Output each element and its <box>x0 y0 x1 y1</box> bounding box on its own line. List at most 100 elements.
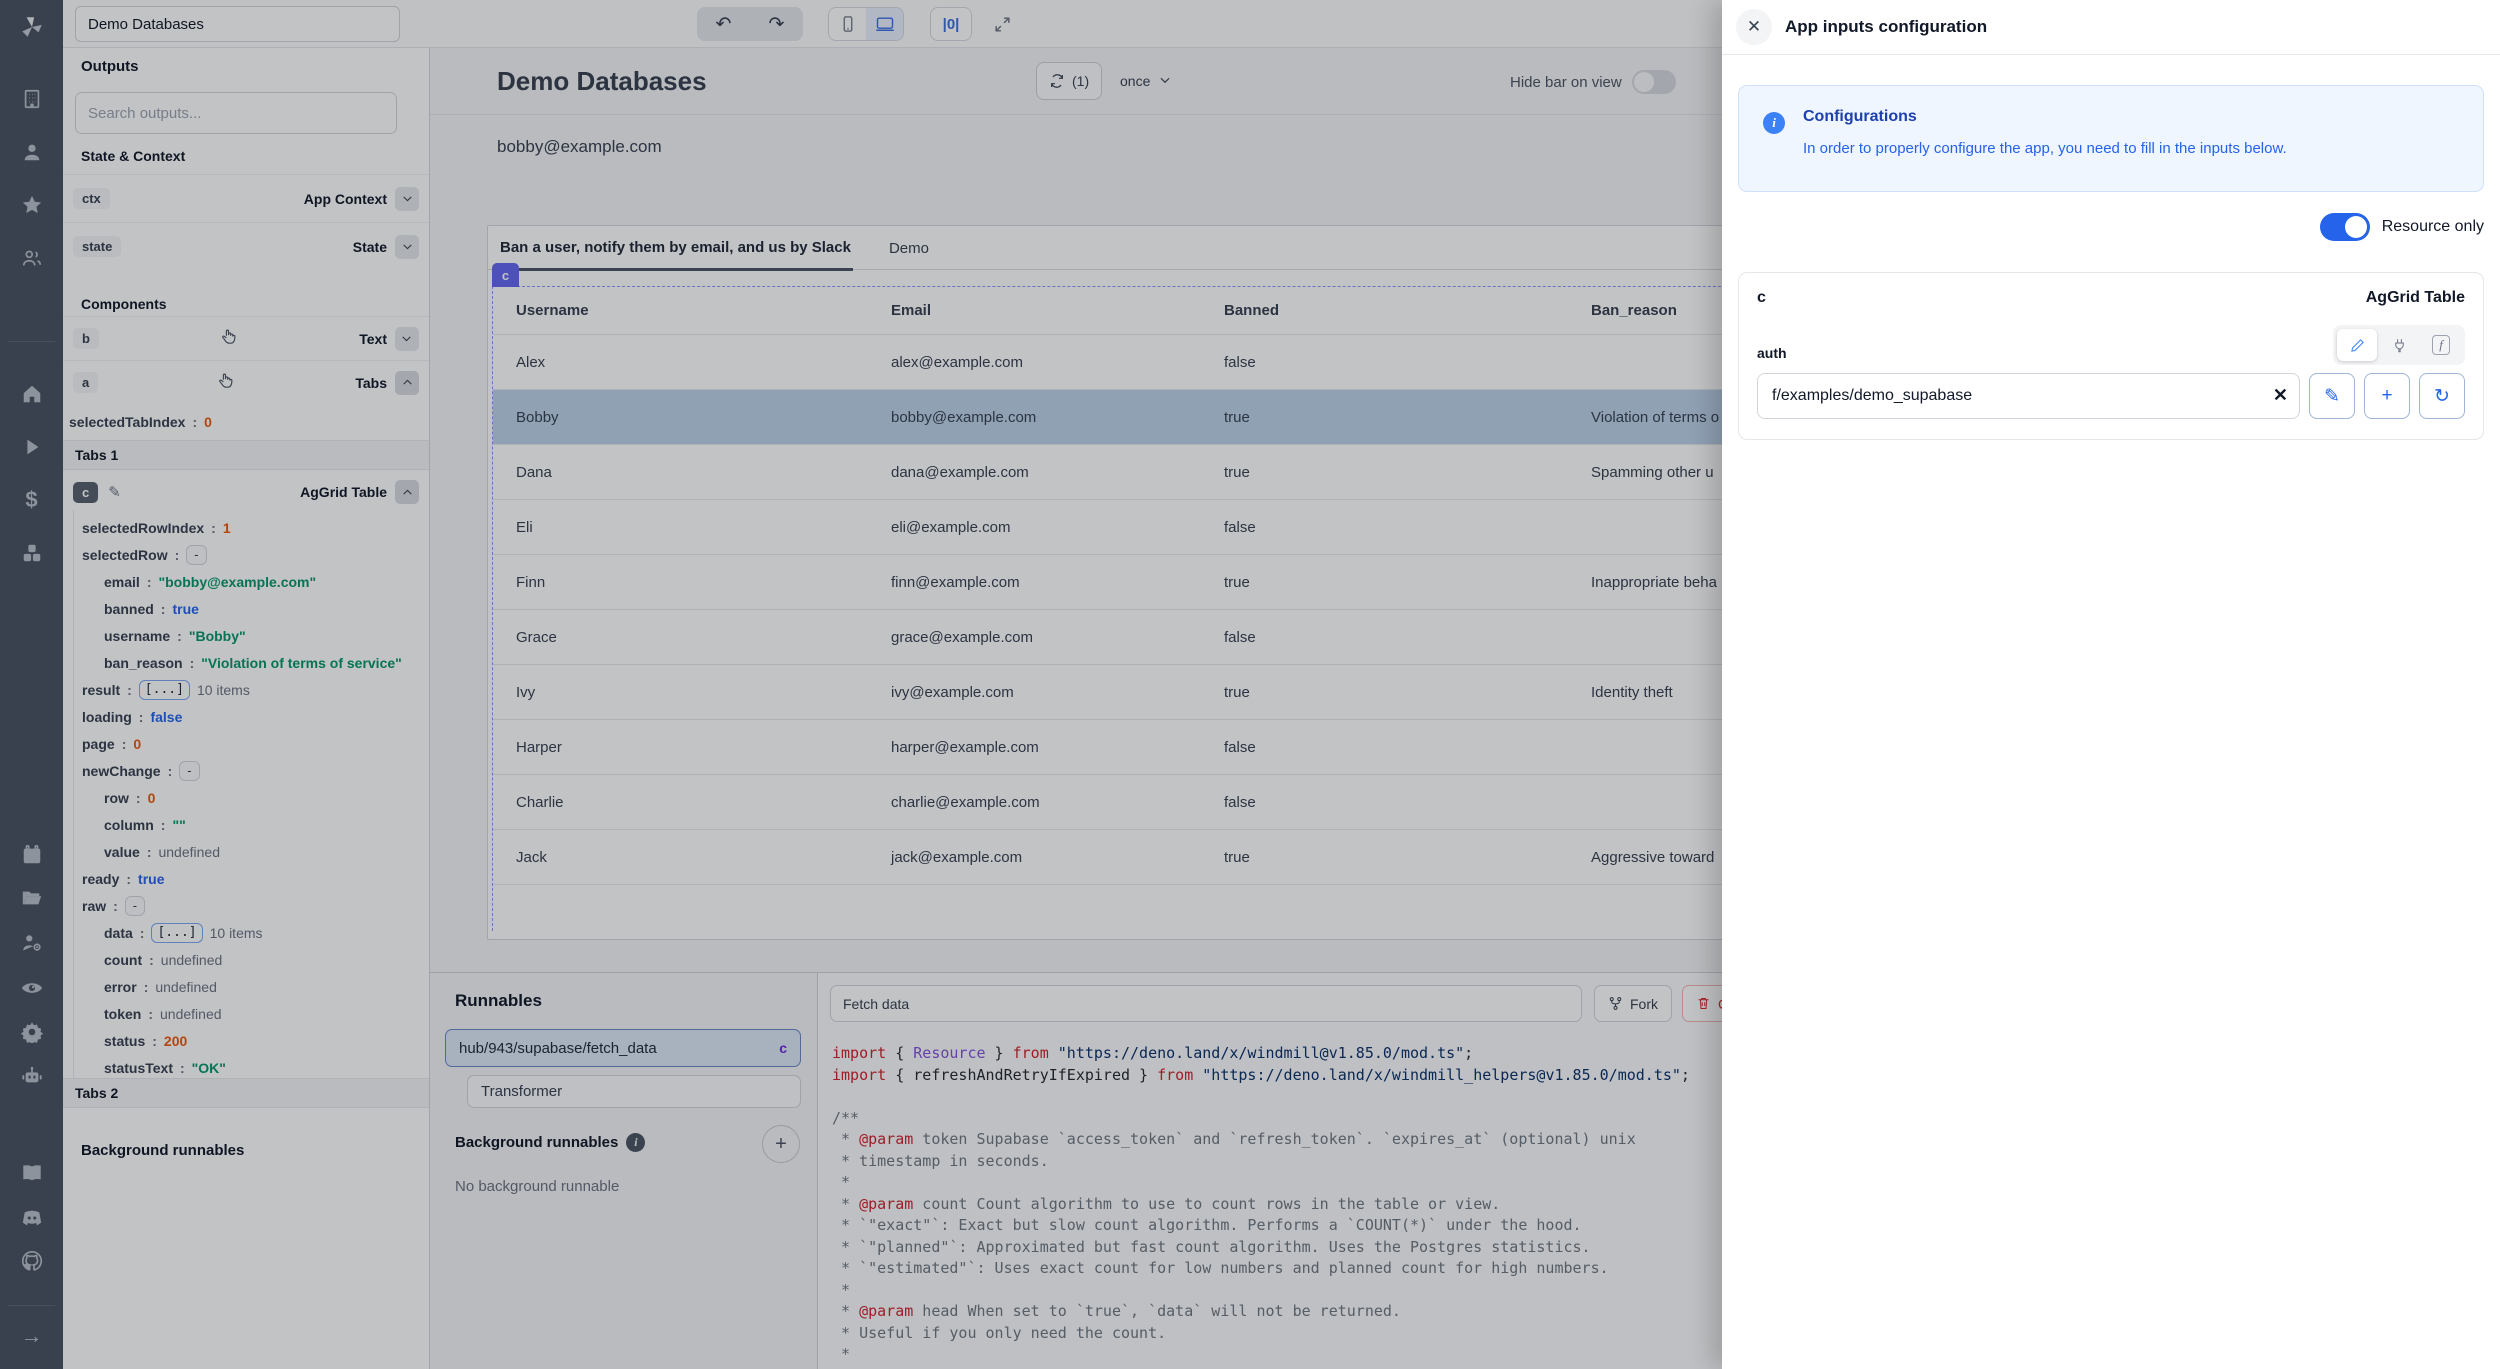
calendar-icon[interactable] <box>0 838 63 872</box>
dollar-icon[interactable]: $ <box>0 483 63 517</box>
column-header[interactable]: Banned <box>1201 302 1568 319</box>
component-row-b[interactable]: b Text <box>63 316 429 360</box>
runnable-item-fetch-data[interactable]: hub/943/supabase/fetch_data c <box>445 1029 801 1067</box>
tab-ban-user[interactable]: Ban a user, notify them by email, and us… <box>498 239 853 271</box>
ctx-type-label: App Context <box>304 191 387 207</box>
user-icon[interactable] <box>0 135 63 169</box>
column-header[interactable]: Username <box>493 302 868 319</box>
collapse-object-button[interactable]: - <box>186 545 206 565</box>
folder-open-icon[interactable] <box>0 881 63 915</box>
arrow-right-icon[interactable]: → <box>0 1319 63 1353</box>
output-row-state[interactable]: state State <box>63 222 429 270</box>
windmill-logo-icon[interactable] <box>0 10 63 44</box>
github-icon[interactable] <box>0 1244 63 1278</box>
resource-path-input[interactable] <box>1757 373 2300 419</box>
chevron-down-icon[interactable] <box>395 187 419 211</box>
close-icon[interactable]: ✕ <box>1736 9 1772 45</box>
cubes-icon[interactable] <box>0 536 63 570</box>
resource-only-toggle[interactable] <box>2320 213 2370 241</box>
tree-value: false <box>150 709 182 725</box>
reload-resource-button[interactable]: ↻ <box>2419 373 2465 419</box>
grid-spacing-button[interactable]: |0| <box>930 7 972 41</box>
column-header[interactable]: Email <box>868 302 1201 319</box>
desktop-view-icon[interactable] <box>866 8 903 40</box>
table-row[interactable]: Finnfinn@example.comtrueInappropriate be… <box>493 555 1722 610</box>
config-component-type: AgGrid Table <box>2366 289 2465 307</box>
table-row[interactable]: Bobbybobby@example.comtrueViolation of t… <box>493 390 1722 445</box>
refresh-runnables-button[interactable]: (1) <box>1036 62 1102 100</box>
tabs2-section-header[interactable]: Tabs 2 <box>63 1078 429 1108</box>
tree-row: page:0 <box>74 730 429 757</box>
tree-value: undefined <box>160 1006 222 1022</box>
expand-array-button[interactable]: [...] <box>139 680 190 700</box>
play-icon[interactable] <box>0 430 63 464</box>
table-row[interactable]: Jackjack@example.comtrueAggressive towar… <box>493 830 1722 885</box>
users-group-icon[interactable] <box>0 241 63 275</box>
workers-icon[interactable] <box>0 926 63 960</box>
search-outputs-input[interactable] <box>75 92 397 134</box>
table-row[interactable]: Charliecharlie@example.comfalse <box>493 775 1722 830</box>
drawer-title: App inputs configuration <box>1785 17 1987 37</box>
clear-resource-icon[interactable]: ✕ <box>2273 385 2288 406</box>
collapse-object-button[interactable]: - <box>179 761 199 781</box>
mobile-view-icon[interactable] <box>829 8 866 40</box>
table-row[interactable]: Danadana@example.comtrueSpamming other u <box>493 445 1722 500</box>
book-icon[interactable] <box>0 1156 63 1190</box>
add-background-runnable-button[interactable]: + <box>762 1125 800 1163</box>
app-name-input[interactable] <box>75 6 400 42</box>
drawer-header: ✕ App inputs configuration <box>1722 0 2500 55</box>
undo-icon[interactable]: ↶ <box>697 7 750 41</box>
gear-icon[interactable] <box>0 1015 63 1049</box>
fork-button[interactable]: Fork <box>1594 985 1672 1022</box>
tabs1-section-header[interactable]: Tabs 1 <box>63 440 429 470</box>
expand-array-button[interactable]: [...] <box>151 923 202 943</box>
table-row[interactable]: Ivyivy@example.comtrueIdentity theft <box>493 665 1722 720</box>
code-line: import { refreshAndRetryIfExpired } from… <box>832 1065 1722 1087</box>
table-cell: alex@example.com <box>868 354 1201 371</box>
tab-demo[interactable]: Demo <box>887 240 931 269</box>
schedule-select[interactable]: once <box>1120 62 1172 100</box>
static-mode-pencil-icon[interactable] <box>2337 329 2377 361</box>
home-icon[interactable] <box>0 377 63 411</box>
rail-divider <box>8 1305 55 1306</box>
chevron-down-icon[interactable] <box>395 327 419 351</box>
resource-input-wrap: ✕ <box>1757 373 2300 419</box>
table-cell: Violation of terms o <box>1568 409 1722 426</box>
runnable-item-transformer[interactable]: Transformer <box>467 1075 801 1108</box>
column-header[interactable]: Ban_reason <box>1568 302 1722 319</box>
app-canvas-area: Demo Databases (1) once Hide bar on view… <box>430 48 1722 1369</box>
refresh-icon <box>1049 73 1065 89</box>
table-row[interactable]: Elieli@example.comfalse <box>493 500 1722 555</box>
star-icon[interactable] <box>0 188 63 222</box>
edit-resource-button[interactable]: ✎ <box>2309 373 2355 419</box>
app-title: Demo Databases <box>497 66 707 97</box>
expand-icon[interactable] <box>985 7 1019 41</box>
clear-button[interactable]: Clear <box>1682 985 1722 1022</box>
collapse-object-button[interactable]: - <box>125 896 145 916</box>
robot-icon[interactable] <box>0 1059 63 1093</box>
tree-row: selectedRow:- <box>74 541 429 568</box>
hide-bar-toggle[interactable] <box>1632 70 1676 94</box>
building-icon[interactable] <box>0 82 63 116</box>
eval-mode-function-icon[interactable]: f <box>2421 329 2461 361</box>
grid-selection-badge[interactable]: c <box>492 263 519 287</box>
table-row[interactable]: Alexalex@example.comfalse <box>493 335 1722 390</box>
add-resource-button[interactable]: + <box>2364 373 2410 419</box>
connect-mode-plug-icon[interactable] <box>2379 329 2419 361</box>
table-row[interactable]: Harperharper@example.comfalse <box>493 720 1722 775</box>
output-row-ctx[interactable]: ctx App Context <box>63 174 429 222</box>
table-row[interactable]: Gracegrace@example.comfalse <box>493 610 1722 665</box>
runnables-panel: Runnables hub/943/supabase/fetch_data c … <box>430 973 818 1369</box>
discord-icon[interactable] <box>0 1201 63 1235</box>
edit-id-icon[interactable]: ✎ <box>108 483 121 501</box>
chevron-down-icon[interactable] <box>395 235 419 259</box>
component-row-a[interactable]: a Tabs <box>63 360 429 404</box>
chevron-up-icon[interactable] <box>395 480 419 504</box>
eye-icon[interactable] <box>0 971 63 1005</box>
code-content[interactable]: import { Resource } from "https://deno.l… <box>818 1033 1722 1369</box>
grid-component-row[interactable]: c ✎ AgGrid Table <box>63 472 429 512</box>
runnable-name-input[interactable] <box>830 985 1582 1022</box>
chevron-up-icon[interactable] <box>395 371 419 395</box>
component-c-badge: c <box>73 482 98 503</box>
redo-icon[interactable]: ↷ <box>750 7 803 41</box>
